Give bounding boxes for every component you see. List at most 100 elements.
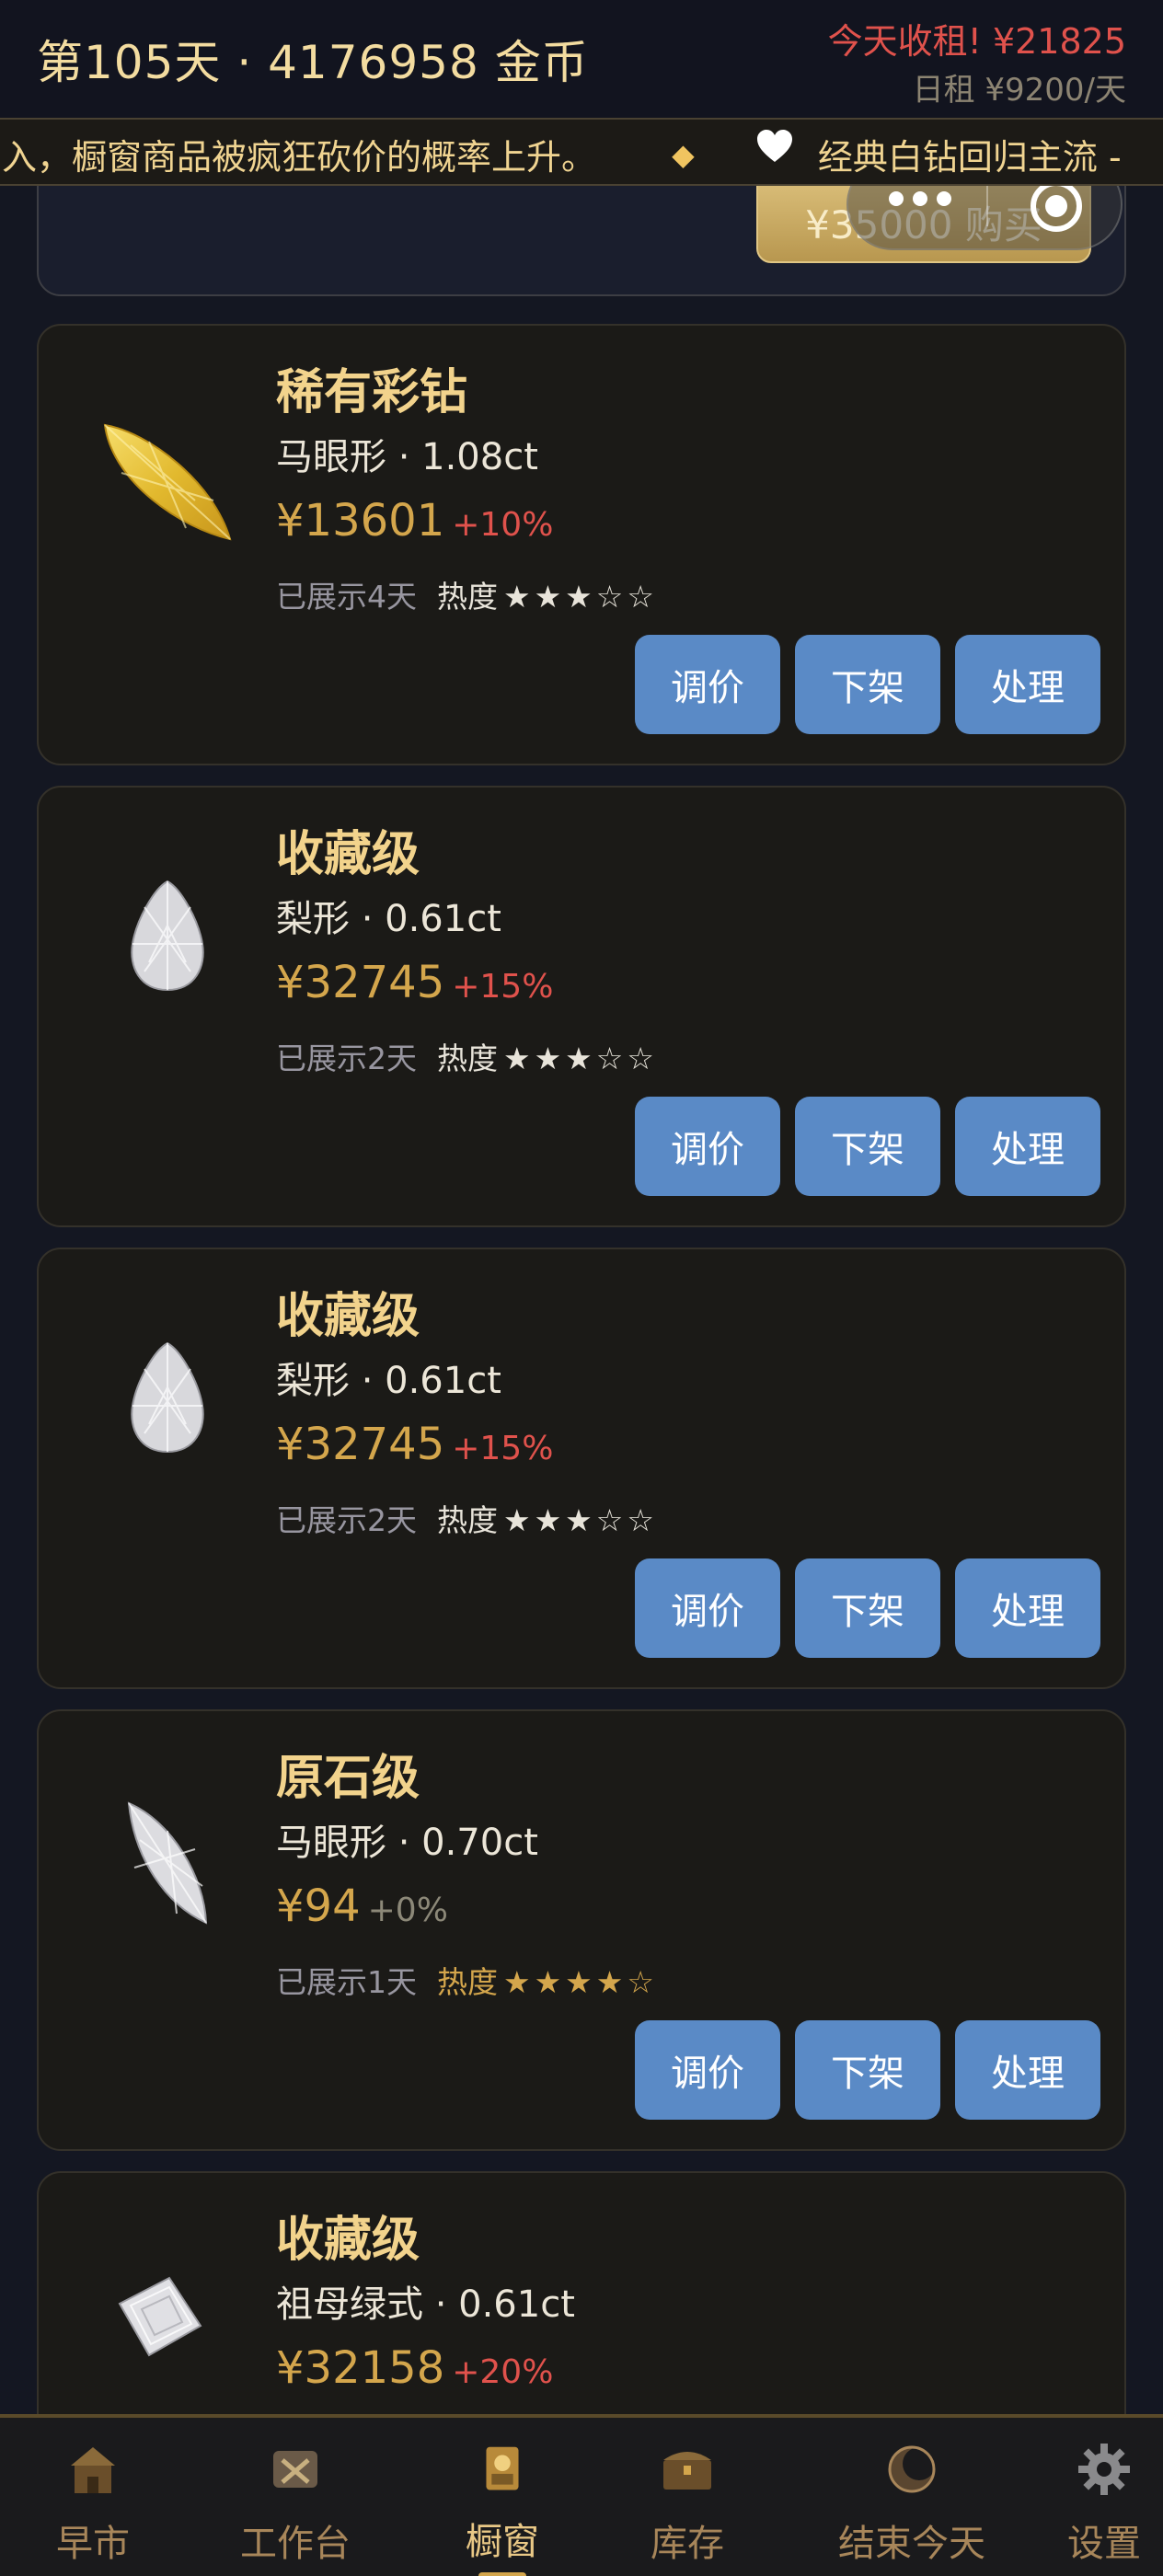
tab-label: 结束今天 — [838, 2523, 985, 2565]
close-target-icon[interactable] — [1031, 186, 1082, 232]
price-change: +15% — [452, 1430, 554, 1467]
item-price-row: ¥32745 +15% — [276, 957, 553, 1008]
ticker-track: 涌入，橱窗商品被疯狂砍价的概率上升。 ◆ 经典白钻回归主流 - — [0, 129, 1122, 179]
item-price: ¥13601 — [276, 495, 445, 546]
miniprogram-capsule[interactable] — [846, 186, 1123, 250]
handle-button[interactable]: 处理 — [955, 1097, 1100, 1196]
adjust-price-button[interactable]: 调价 — [635, 2020, 780, 2120]
display-days: 已展示2天 — [276, 1502, 417, 1538]
card-actions: 调价 下架 处理 — [635, 1097, 1100, 1196]
item-price: ¥94 — [276, 1880, 361, 1932]
showcase-list[interactable]: ¥35000 购买 稀有彩钻 马眼形 · 1.08ct ¥13601 +10% — [0, 186, 1163, 2414]
day-and-coins: 第105天 · 4176958 金币 — [37, 36, 589, 89]
price-change: +0% — [367, 1892, 448, 1929]
showcase-card: 稀有彩钻 马眼形 · 1.08ct ¥13601 +10% 已展示4天 热度 ★★… — [37, 324, 1126, 765]
heat-rating: 热度 ★★★☆☆ — [437, 572, 658, 616]
yellow-marquise-diamond-icon — [85, 390, 250, 556]
diamond-separator-icon: ◆ — [672, 136, 695, 172]
daily-rent: 日租 ¥9200/天 — [912, 72, 1126, 109]
item-price: ¥32158 — [276, 2342, 445, 2394]
item-price-row: ¥94 +0% — [276, 1880, 448, 1932]
card-actions: 调价 下架 处理 — [635, 635, 1100, 734]
showcase-card: 收藏级 梨形 · 0.61ct ¥32745 +15% 已展示2天 热度 ★★★☆… — [37, 1248, 1126, 1689]
showcase-card: 收藏级 梨形 · 0.61ct ¥32745 +15% 已展示2天 热度 ★★★☆… — [37, 786, 1126, 1227]
item-grade: 收藏级 — [276, 827, 420, 882]
item-price: ¥32745 — [276, 1419, 445, 1470]
item-spec: 马眼形 · 0.70ct — [276, 1822, 538, 1864]
news-ticker: 涌入，橱窗商品被疯狂砍价的概率上升。 ◆ 经典白钻回归主流 - — [0, 118, 1163, 186]
heat-rating: 热度 ★★★☆☆ — [437, 1034, 658, 1078]
delist-button[interactable]: 下架 — [795, 1097, 940, 1196]
adjust-price-button[interactable]: 调价 — [635, 1558, 780, 1658]
card-actions: 调价 下架 处理 — [635, 1558, 1100, 1658]
rent-income-notice: 今天收租! ¥21825 — [827, 21, 1126, 62]
tab-market[interactable]: 早市 — [52, 2418, 134, 2576]
heat-label: 热度 — [437, 1964, 498, 2000]
item-grade: 收藏级 — [276, 1289, 420, 1344]
showcase-card: 原石级 马眼形 · 0.70ct ¥94 +0% 已展示1天 热度 ★★★★☆ 调… — [37, 1709, 1126, 2151]
display-days: 已展示4天 — [276, 579, 417, 615]
item-meta: 已展示2天 热度 ★★★☆☆ — [276, 1496, 658, 1540]
item-price-row: ¥32745 +15% — [276, 1419, 553, 1470]
tab-label: 设置 — [1067, 2523, 1141, 2565]
showcase-icon — [486, 2446, 519, 2490]
handle-button[interactable]: 处理 — [955, 1558, 1100, 1658]
heat-rating: 热度 ★★★★☆ — [437, 1958, 658, 2002]
item-spec: 梨形 · 0.61ct — [276, 898, 501, 940]
gear-icon — [1078, 2444, 1130, 2495]
item-meta: 已展示4天 热度 ★★★☆☆ — [276, 572, 658, 616]
display-days: 已展示2天 — [276, 1041, 417, 1076]
more-icon[interactable] — [889, 191, 951, 206]
heat-label: 热度 — [437, 1502, 498, 1538]
bottom-tab-bar: 早市 工作台 橱窗 库存 结束今天 设置 — [0, 2414, 1163, 2576]
ticker-message: 经典白钻回归主流 - — [817, 137, 1122, 178]
workbench-icon — [273, 2451, 317, 2488]
item-grade: 稀有彩钻 — [276, 365, 468, 420]
moon-icon — [888, 2445, 936, 2493]
star-rating-icon: ★★★☆☆ — [503, 579, 658, 615]
item-meta: 已展示2天 热度 ★★★☆☆ — [276, 1034, 658, 1078]
heat-rating: 热度 ★★★☆☆ — [437, 1496, 658, 1540]
tab-workbench[interactable]: 工作台 — [236, 2418, 355, 2576]
star-rating-icon: ★★★☆☆ — [503, 1041, 658, 1076]
white-marquise-diamond-icon — [85, 1776, 250, 1941]
delist-button[interactable]: 下架 — [795, 635, 940, 734]
tab-settings[interactable]: 设置 — [1065, 2418, 1143, 2576]
top-header: 第105天 · 4176958 金币 今天收租! ¥21825 日租 ¥9200… — [0, 0, 1163, 118]
tab-label: 库存 — [651, 2523, 724, 2565]
white-pear-diamond-icon — [103, 1332, 232, 1461]
tab-label: 橱窗 — [466, 2521, 539, 2564]
star-rating-icon: ★★★☆☆ — [503, 1502, 658, 1538]
price-change: +15% — [452, 968, 554, 1006]
tab-end-day[interactable]: 结束今天 — [834, 2418, 990, 2576]
capsule-divider — [986, 186, 988, 226]
heat-label: 热度 — [437, 1041, 498, 1076]
heart-icon — [756, 130, 792, 162]
price-change: +10% — [452, 506, 554, 544]
item-spec: 梨形 · 0.61ct — [276, 1360, 501, 1402]
item-grade: 原石级 — [276, 1751, 420, 1806]
item-price-row: ¥32158 +20% — [276, 2342, 553, 2394]
white-emerald-cut-diamond-icon — [103, 2265, 213, 2375]
heat-label: 热度 — [437, 579, 498, 615]
item-spec: 祖母绿式 · 0.61ct — [276, 2283, 575, 2326]
item-grade: 收藏级 — [276, 2213, 420, 2268]
tab-label: 工作台 — [240, 2523, 351, 2565]
white-pear-diamond-icon — [103, 870, 232, 999]
handle-button[interactable]: 处理 — [955, 2020, 1100, 2120]
active-tab-indicator — [478, 2572, 526, 2576]
ticker-message: 涌入，橱窗商品被疯狂砍价的概率上升。 — [0, 137, 597, 178]
delist-button[interactable]: 下架 — [795, 1558, 940, 1658]
tab-inventory[interactable]: 库存 — [646, 2418, 729, 2576]
tab-showcase[interactable]: 橱窗 — [456, 2418, 548, 2576]
tab-label: 早市 — [56, 2523, 130, 2565]
item-price: ¥32745 — [276, 957, 445, 1008]
adjust-price-button[interactable]: 调价 — [635, 1097, 780, 1196]
market-icon — [71, 2447, 115, 2493]
display-days: 已展示1天 — [276, 1964, 417, 2000]
item-meta: 已展示1天 热度 ★★★★☆ — [276, 1958, 658, 2002]
handle-button[interactable]: 处理 — [955, 635, 1100, 734]
adjust-price-button[interactable]: 调价 — [635, 635, 780, 734]
delist-button[interactable]: 下架 — [795, 2020, 940, 2120]
price-change: +20% — [452, 2353, 554, 2391]
